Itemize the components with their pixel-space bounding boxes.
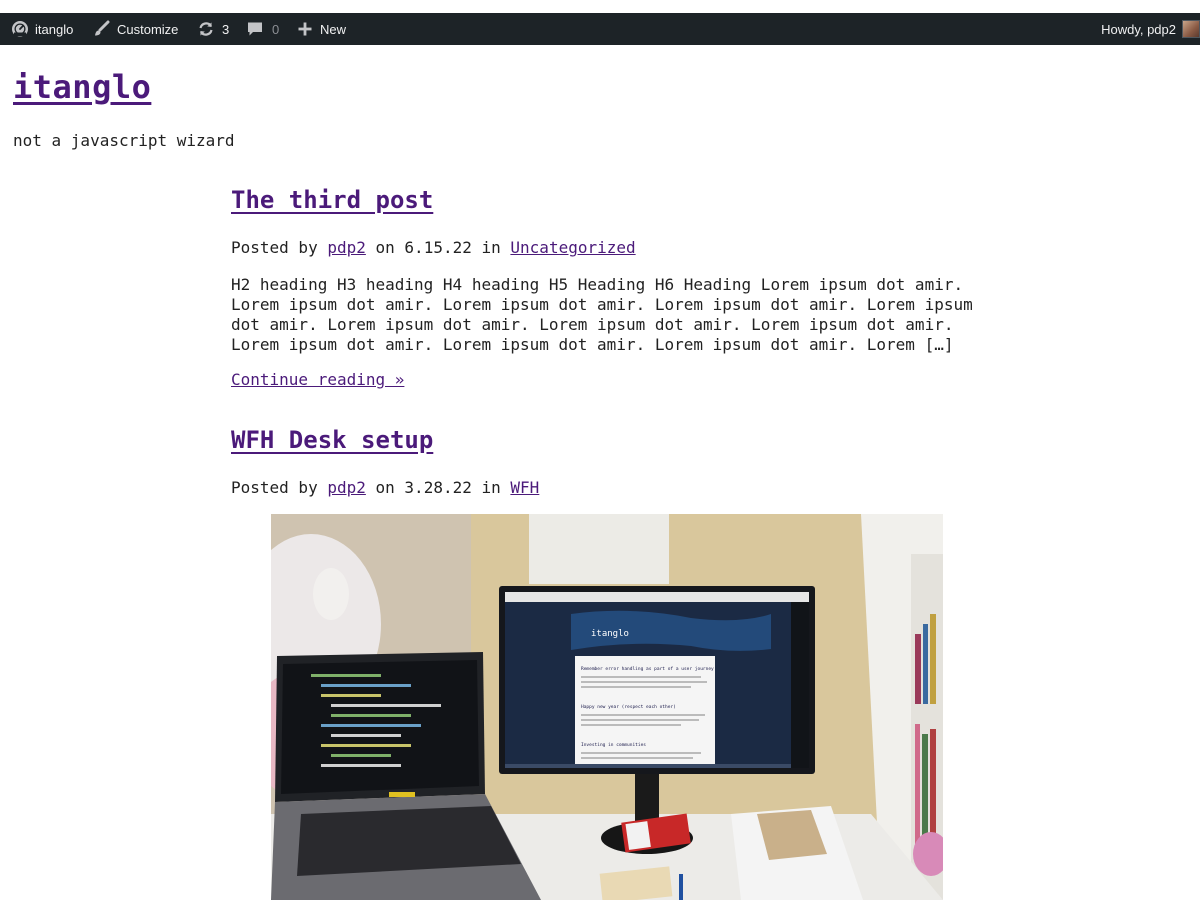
admin-customize-label: Customize <box>117 21 179 37</box>
posted-by-label: Posted by <box>231 238 318 257</box>
on-label: on <box>375 478 395 497</box>
site-title[interactable]: itanglo <box>13 68 151 106</box>
admin-comments-count: 0 <box>272 21 280 37</box>
on-label: on <box>375 238 395 257</box>
admin-new-content-link[interactable]: New <box>297 13 346 45</box>
dashboard-icon <box>12 21 28 37</box>
screen-site-title: itanglo <box>591 629 629 639</box>
post-title-link[interactable]: The third post <box>231 186 433 214</box>
post-excerpt: H2 heading H3 heading H4 heading H5 Head… <box>231 275 991 355</box>
admin-greeting: Howdy, pdp2 <box>1101 21 1176 37</box>
category-link[interactable]: WFH <box>510 478 539 497</box>
post-meta: Posted by pdp2 on 3.28.22 in WFH <box>231 478 539 497</box>
admin-account-menu[interactable]: Howdy, pdp2 <box>1101 13 1200 45</box>
admin-site-menu[interactable]: itanglo <box>11 13 73 45</box>
site-tagline: not a javascript wizard <box>13 131 235 150</box>
avatar <box>1182 20 1200 38</box>
admin-site-name: itanglo <box>35 21 74 37</box>
posted-by-label: Posted by <box>231 478 318 497</box>
category-link[interactable]: Uncategorized <box>510 238 635 257</box>
post-featured-image: itanglo Remember error handling as part … <box>271 514 943 900</box>
continue-reading-link[interactable]: Continue reading » <box>231 370 404 389</box>
plus-icon <box>298 22 312 36</box>
admin-updates-count: 3 <box>222 21 230 37</box>
updates-icon <box>199 22 213 36</box>
paintbrush-icon <box>95 20 110 36</box>
excerpt-line: dot amir. Lorem ipsum dot amir. Lorem ip… <box>231 315 954 334</box>
excerpt-line: Lorem ipsum dot amir. Lorem ipsum dot am… <box>231 295 973 314</box>
in-label: in <box>481 238 501 257</box>
admin-customize-link[interactable]: Customize <box>92 13 178 45</box>
post-date: 6.15.22 <box>404 238 472 257</box>
screen-heading: Investing in communities <box>581 742 646 748</box>
post-title-link[interactable]: WFH Desk setup <box>231 426 433 454</box>
comment-bubble-icon <box>248 22 262 36</box>
screen-heading: Happy new year (respect each other) <box>581 704 676 710</box>
in-label: in <box>481 478 501 497</box>
admin-comments-link[interactable]: 0 <box>246 13 279 45</box>
screen-heading: Remember error handling as part of a use… <box>581 666 714 672</box>
admin-bar: itanglo Customize 3 0 New Howdy, pdp2 <box>0 13 1200 45</box>
admin-updates-link[interactable]: 3 <box>197 13 229 45</box>
post-date: 3.28.22 <box>404 478 472 497</box>
author-link[interactable]: pdp2 <box>327 238 366 257</box>
excerpt-line: Lorem ipsum dot amir. Lorem ipsum dot am… <box>231 335 954 354</box>
excerpt-line: H2 heading H3 heading H4 heading H5 Head… <box>231 275 964 294</box>
admin-new-label: New <box>320 21 347 37</box>
post-meta: Posted by pdp2 on 6.15.22 in Uncategoriz… <box>231 238 636 257</box>
author-link[interactable]: pdp2 <box>327 478 366 497</box>
browser-top-strip <box>0 0 1200 13</box>
